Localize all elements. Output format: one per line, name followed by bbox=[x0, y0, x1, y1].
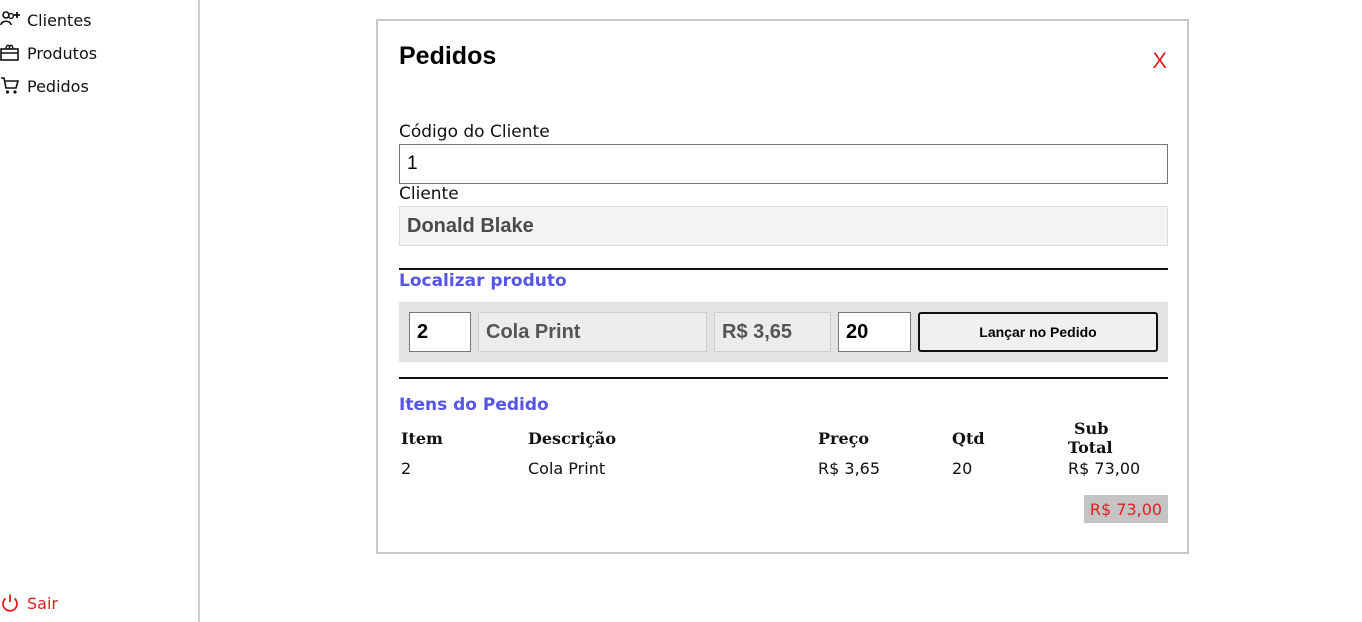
client-name-field: Donald Blake bbox=[399, 206, 1168, 246]
close-button[interactable]: X bbox=[1152, 48, 1167, 74]
client-code-input[interactable]: 1 bbox=[399, 144, 1168, 184]
column-header-subtotal-1: Sub bbox=[1074, 419, 1109, 438]
cell-description: Cola Print bbox=[528, 459, 606, 478]
column-header-description: Descrição bbox=[528, 429, 617, 448]
modal-title: Pedidos bbox=[399, 42, 497, 70]
client-label: Cliente bbox=[399, 184, 459, 204]
column-header-price: Preço bbox=[818, 429, 870, 448]
logout-label: Sair bbox=[27, 593, 58, 613]
cell-qty: 20 bbox=[952, 459, 973, 478]
client-code-label: Código do Cliente bbox=[399, 122, 550, 142]
cell-subtotal: R$ 73,00 bbox=[1068, 459, 1141, 478]
product-search-bar: 2 Cola Print R$ 3,65 20 Lançar no Pedido bbox=[399, 302, 1168, 362]
cart-icon bbox=[0, 75, 22, 97]
sidebar-item-pedidos[interactable]: Pedidos bbox=[0, 73, 89, 99]
sidebar-item-label: Produtos bbox=[27, 43, 98, 63]
order-total-badge: R$ 73,00 bbox=[1084, 495, 1168, 523]
sidebar-item-produtos[interactable]: Produtos bbox=[0, 40, 97, 66]
sidebar: Clientes Produtos Pedidos Sair bbox=[0, 0, 200, 622]
quantity-input[interactable]: 20 bbox=[838, 312, 911, 352]
logout-button[interactable]: Sair bbox=[0, 590, 58, 616]
power-icon bbox=[0, 592, 22, 614]
product-price-field: R$ 3,65 bbox=[714, 312, 831, 352]
sidebar-item-label: Clientes bbox=[27, 10, 92, 30]
column-header-item: Item bbox=[401, 429, 443, 448]
search-product-title: Localizar produto bbox=[399, 271, 567, 291]
sidebar-item-label: Pedidos bbox=[27, 76, 89, 96]
add-to-order-button[interactable]: Lançar no Pedido bbox=[918, 312, 1158, 352]
divider bbox=[399, 268, 1168, 270]
sidebar-item-clientes[interactable]: Clientes bbox=[0, 7, 92, 33]
cell-item: 2 bbox=[401, 459, 412, 478]
divider bbox=[399, 377, 1168, 379]
column-header-qty: Qtd bbox=[952, 429, 985, 448]
product-name-field: Cola Print bbox=[478, 312, 707, 352]
box-icon bbox=[0, 42, 22, 64]
users-add-icon bbox=[0, 9, 22, 31]
order-items-title: Itens do Pedido bbox=[399, 395, 549, 415]
product-code-input[interactable]: 2 bbox=[409, 312, 471, 352]
orders-modal: Pedidos X Código do Cliente 1 Cliente Do… bbox=[376, 19, 1189, 554]
column-header-subtotal-2: Total bbox=[1068, 438, 1113, 457]
cell-price: R$ 3,65 bbox=[818, 459, 881, 478]
